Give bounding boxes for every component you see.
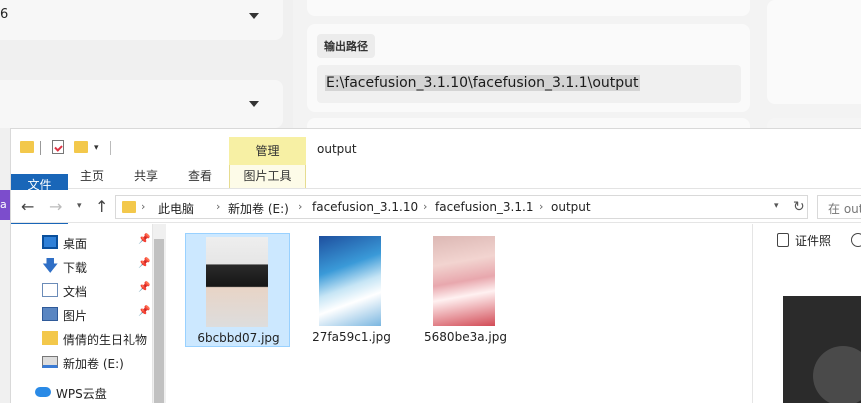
sidebar-item-drive-e[interactable]: 新加卷 (E:) bbox=[42, 352, 157, 374]
id-photo-button[interactable]: 证件照 bbox=[795, 232, 831, 249]
file-name: 5680be3a.jpg bbox=[424, 330, 507, 344]
sidebar-item-birthday-gift[interactable]: 倩倩的生日礼物 bbox=[42, 328, 157, 350]
address-row: ← → ▾ ↑ › 此电脑 › 新加卷 (E:) › facefusion_3.… bbox=[11, 190, 861, 223]
search-input[interactable]: 在 out bbox=[817, 195, 861, 219]
pictures-icon bbox=[42, 307, 58, 321]
breadcrumb-drive-e[interactable]: 新加卷 (E:) bbox=[228, 200, 289, 217]
pin-icon[interactable]: 📌 bbox=[138, 234, 150, 245]
sidebar-item-label: 桌面 bbox=[63, 237, 88, 251]
window-title: output bbox=[317, 142, 357, 156]
select-dropdown-2[interactable] bbox=[0, 80, 283, 128]
address-bar[interactable]: › 此电脑 › 新加卷 (E:) › facefusion_3.1.10 › f… bbox=[115, 195, 808, 219]
file-name: 27fa59c1.jpg bbox=[312, 330, 391, 344]
output-path-input[interactable]: E:\facefusion_3.1.10\facefusion_3.1.1\ou… bbox=[317, 65, 741, 103]
breadcrumb-facefusion-3-1-10[interactable]: facefusion_3.1.10 bbox=[312, 200, 418, 214]
sidebar-item-label: 倩倩的生日礼物 bbox=[63, 333, 148, 347]
sidebar-item-documents[interactable]: 文档 📌 bbox=[42, 280, 157, 302]
ribbon-tabs: 文件 主页 共享 查看 图片工具 bbox=[11, 165, 861, 288]
sidebar-item-downloads[interactable]: 🡇 下载 📌 bbox=[42, 256, 157, 278]
breadcrumb-output[interactable]: output bbox=[551, 200, 591, 214]
back-arrow-icon[interactable]: ← bbox=[21, 197, 34, 216]
sidebar-item-pictures[interactable]: 图片 📌 bbox=[42, 304, 157, 326]
person-icon[interactable] bbox=[851, 233, 861, 247]
documents-icon bbox=[42, 283, 58, 297]
new-folder-icon[interactable] bbox=[74, 141, 88, 153]
sidebar-item-wps-cloud[interactable]: WPS云盘 bbox=[35, 382, 150, 403]
file-item[interactable]: 5680be3a.jpg bbox=[413, 233, 518, 347]
sidebar-item-label: 文档 bbox=[63, 285, 88, 299]
cloud-icon bbox=[35, 387, 51, 397]
output-path-card: 输出路径 E:\facefusion_3.1.10\facefusion_3.1… bbox=[307, 24, 750, 112]
image-thumbnail bbox=[319, 236, 381, 326]
forward-arrow-icon[interactable]: → bbox=[49, 197, 62, 216]
recent-locations-dropdown-icon[interactable]: ▾ bbox=[77, 201, 82, 211]
title-bar: ▾ 管理 output bbox=[11, 129, 861, 165]
image-thumbnail bbox=[433, 236, 495, 326]
breadcrumb-separator[interactable]: › bbox=[298, 200, 302, 213]
breadcrumb-facefusion-3-1-1[interactable]: facefusion_3.1.1 bbox=[435, 200, 533, 214]
id-photo-icon bbox=[777, 233, 789, 247]
drive-icon bbox=[42, 356, 58, 368]
breadcrumb-this-pc[interactable]: 此电脑 bbox=[158, 200, 194, 217]
breadcrumb-separator[interactable]: › bbox=[216, 200, 220, 213]
chevron-down-icon[interactable] bbox=[249, 13, 259, 19]
properties-icon[interactable] bbox=[52, 140, 64, 154]
sidebar-item-label: WPS云盘 bbox=[56, 387, 107, 401]
navigation-pane: 桌面 📌 🡇 下载 📌 文档 📌 图片 📌 倩倩的生日礼物 新加卷 (E:) W… bbox=[11, 224, 166, 403]
divider bbox=[40, 141, 41, 155]
pin-icon[interactable]: 📌 bbox=[138, 282, 150, 293]
folder-icon bbox=[122, 201, 136, 213]
chevron-down-icon[interactable] bbox=[249, 101, 259, 107]
file-list: 6bcbbd07.jpg 27fa59c1.jpg 5680be3a.jpg bbox=[167, 224, 767, 403]
refresh-icon[interactable]: ↻ bbox=[793, 199, 805, 215]
purple-tab-fragment[interactable]: a bbox=[0, 190, 10, 220]
image-thumbnail bbox=[206, 237, 268, 327]
output-path-value[interactable]: E:\facefusion_3.1.10\facefusion_3.1.1\ou… bbox=[325, 75, 640, 91]
sidebar-item-desktop[interactable]: 桌面 📌 bbox=[42, 232, 157, 254]
image-preview bbox=[783, 296, 861, 403]
tab-picture-tools[interactable]: 图片工具 bbox=[229, 165, 306, 188]
file-name: 6bcbbd07.jpg bbox=[197, 331, 280, 345]
breadcrumb-separator[interactable]: › bbox=[423, 200, 427, 213]
breadcrumb-separator[interactable]: › bbox=[539, 200, 543, 213]
pane-divider bbox=[752, 224, 753, 403]
breadcrumb-separator[interactable]: › bbox=[141, 200, 145, 213]
select-dropdown-1[interactable]: 6 bbox=[0, 0, 283, 40]
address-dropdown-icon[interactable]: ▾ bbox=[774, 201, 779, 211]
select-value: 6 bbox=[0, 7, 9, 22]
card-top bbox=[307, 0, 750, 16]
pin-icon[interactable]: 📌 bbox=[138, 306, 150, 317]
right-card-top bbox=[767, 0, 861, 104]
tab-view[interactable]: 查看 bbox=[179, 165, 221, 188]
file-explorer-window: ▾ 管理 output 文件 主页 共享 查看 图片工具 ← → ▾ ↑ › 此… bbox=[10, 128, 861, 403]
quick-access-dropdown-icon[interactable]: ▾ bbox=[94, 143, 99, 153]
file-item[interactable]: 6bcbbd07.jpg bbox=[185, 233, 290, 347]
search-placeholder: 在 out bbox=[828, 202, 861, 216]
sidebar-item-label: 新加卷 (E:) bbox=[63, 357, 124, 371]
divider bbox=[110, 141, 111, 155]
sidebar-item-label: 下载 bbox=[63, 261, 88, 275]
download-icon: 🡇 bbox=[42, 256, 59, 275]
file-item[interactable]: 27fa59c1.jpg bbox=[299, 233, 404, 347]
desktop-icon bbox=[42, 235, 58, 249]
sidebar-item-label: 图片 bbox=[63, 309, 88, 323]
nav-scrollbar-thumb[interactable] bbox=[154, 239, 164, 403]
pin-icon[interactable]: 📌 bbox=[138, 258, 150, 269]
tab-share[interactable]: 共享 bbox=[125, 165, 167, 188]
preview-panel: 证件照 bbox=[768, 224, 861, 403]
folder-icon bbox=[20, 141, 34, 153]
tab-home[interactable]: 主页 bbox=[71, 165, 113, 188]
tab-manage[interactable]: 管理 bbox=[229, 137, 306, 165]
folder-icon bbox=[42, 331, 58, 345]
output-path-label: 输出路径 bbox=[317, 34, 375, 58]
up-arrow-icon[interactable]: ↑ bbox=[95, 197, 108, 216]
